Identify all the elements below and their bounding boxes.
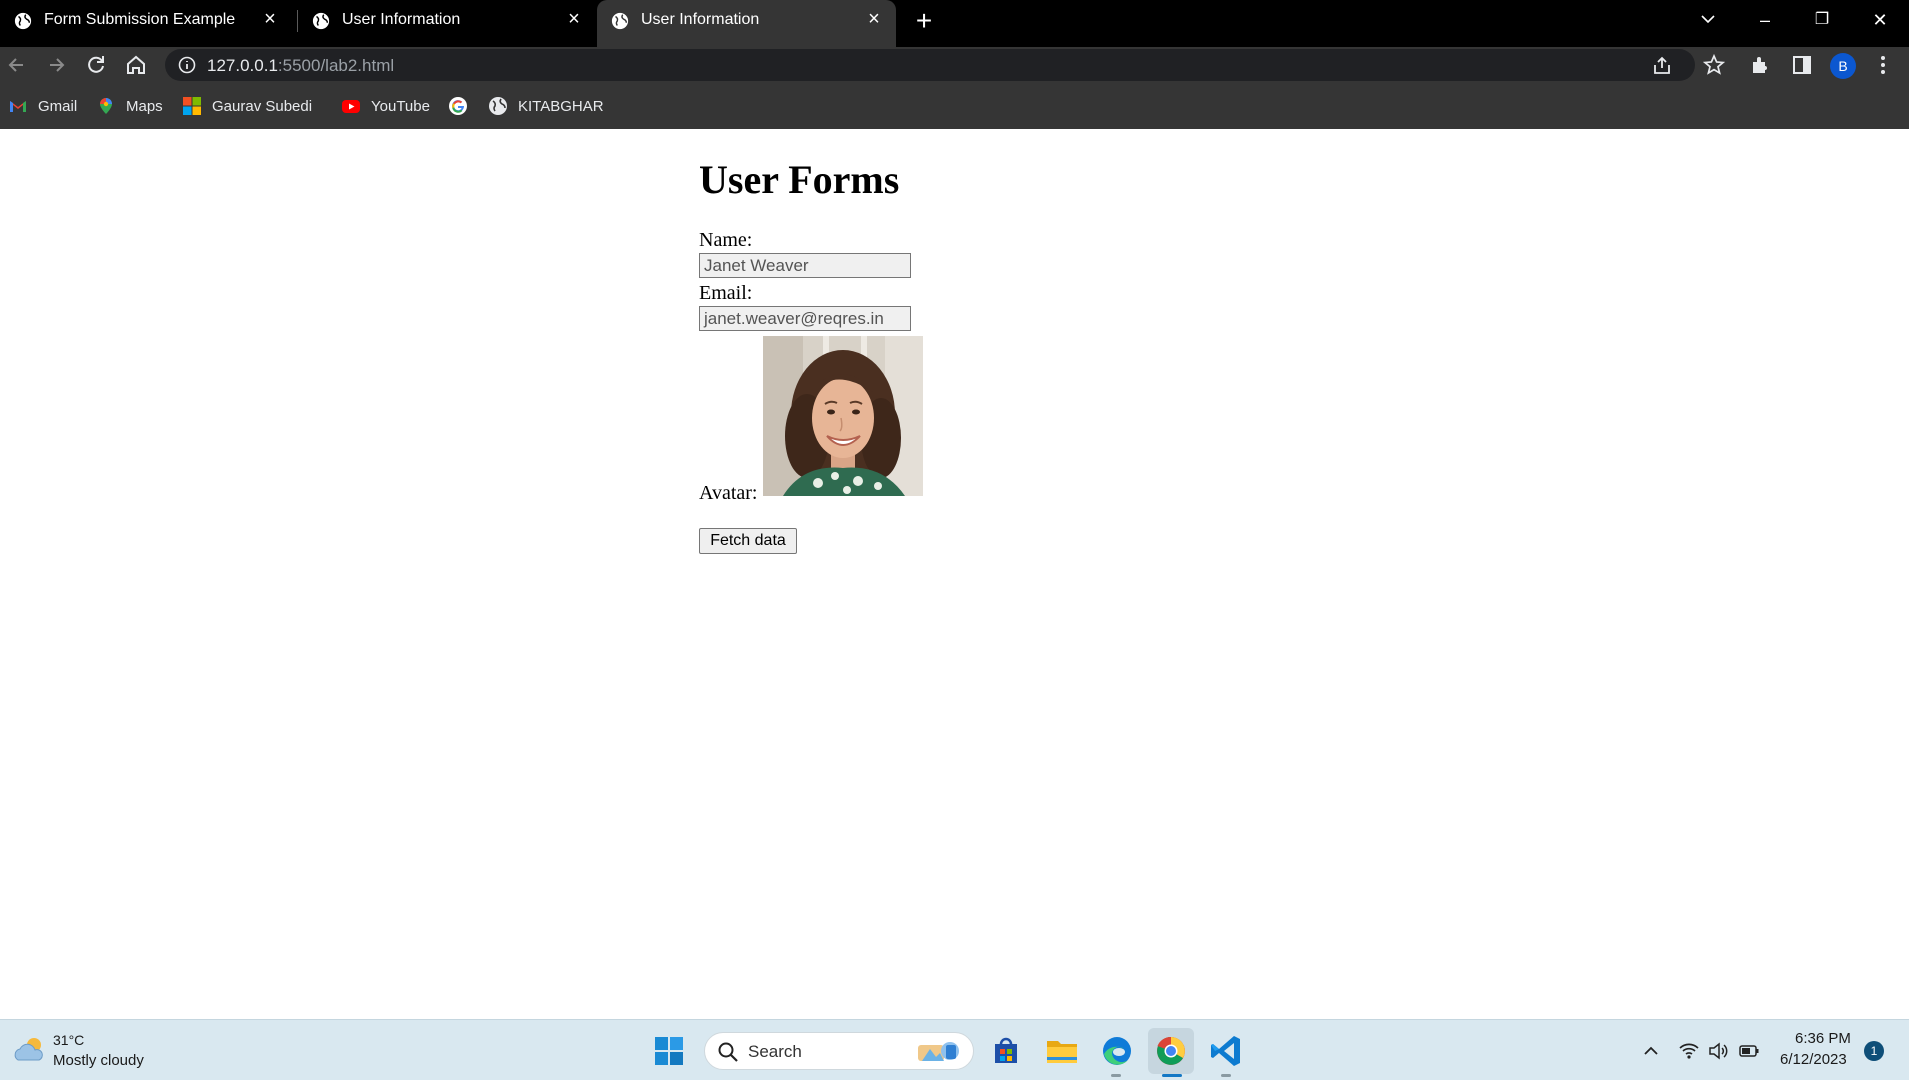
email-label: Email: — [699, 282, 753, 304]
bookmark-label: Gmail — [38, 97, 78, 115]
tab-user-information[interactable]: User Information × — [298, 0, 596, 41]
tab-strip: Form Submission Example × User Informati… — [0, 0, 1909, 47]
battery-icon[interactable] — [1738, 1040, 1760, 1062]
search-icon — [718, 1042, 738, 1062]
search-highlight-icon — [918, 1042, 959, 1061]
avatar-image — [763, 336, 923, 496]
youtube-icon — [342, 100, 360, 113]
name-field[interactable]: Janet Weaver — [699, 253, 911, 278]
share-icon[interactable] — [1651, 55, 1673, 77]
bookmark-maps[interactable]: Maps — [96, 95, 163, 117]
close-tab-icon[interactable]: × — [260, 9, 280, 29]
globe-icon — [312, 12, 330, 30]
vscode-icon[interactable] — [1207, 1032, 1245, 1070]
restore-button[interactable]: ❐ — [1802, 4, 1842, 36]
app-active-indicator — [1162, 1074, 1182, 1077]
search-placeholder: Search — [748, 1042, 802, 1061]
browser-toolbar: 127.0.0.1:5500/lab2.html — [0, 47, 1909, 83]
tab-form-submission[interactable]: Form Submission Example × — [0, 0, 292, 41]
tab-title: User Information — [342, 11, 461, 28]
tab-title: User Information — [641, 11, 760, 28]
extensions-icon[interactable] — [1749, 53, 1773, 77]
windows-start-icon[interactable] — [654, 1036, 684, 1066]
back-arrow-icon[interactable] — [3, 51, 31, 79]
home-icon[interactable] — [122, 51, 150, 79]
bookmarks-bar: Gmail Maps Gaurav Subedi YouTube KITABGH… — [0, 83, 1909, 129]
store-icon[interactable] — [987, 1032, 1025, 1070]
bookmark-label: KITABGHAR — [518, 97, 604, 115]
app-running-indicator — [1221, 1074, 1231, 1077]
notification-badge[interactable]: 1 — [1864, 1041, 1884, 1061]
bookmark-kitabghar[interactable]: KITABGHAR — [488, 95, 604, 117]
globe-icon — [611, 12, 629, 30]
bookmark-label: Gaurav Subedi — [212, 97, 313, 115]
volume-icon[interactable] — [1707, 1040, 1729, 1062]
weather-description[interactable]: Mostly cloudy — [53, 1052, 144, 1069]
avatar-label: Avatar: — [699, 482, 758, 504]
new-tab-button[interactable]: + — [911, 7, 937, 35]
reload-icon[interactable] — [82, 51, 110, 79]
file-explorer-icon[interactable] — [1043, 1032, 1081, 1070]
gmail-icon — [10, 101, 26, 112]
weather-temperature[interactable]: 31°C — [53, 1032, 84, 1048]
bookmark-gaurav-subedi[interactable]: Gaurav Subedi — [182, 95, 312, 117]
edge-icon[interactable] — [1098, 1032, 1136, 1070]
forward-arrow-icon[interactable] — [42, 51, 70, 79]
app-running-indicator — [1111, 1074, 1121, 1077]
show-hidden-icons-chevron[interactable] — [1640, 1040, 1662, 1062]
minimize-button[interactable]: – — [1745, 4, 1785, 36]
site-info-icon[interactable] — [178, 56, 196, 74]
close-tab-icon[interactable]: × — [864, 9, 884, 29]
clock-date[interactable]: 6/12/2023 — [1780, 1051, 1847, 1068]
close-window-button[interactable]: ✕ — [1860, 4, 1900, 36]
bookmark-label: Maps — [126, 97, 163, 115]
bookmark-google[interactable] — [448, 95, 478, 117]
more-menu-icon[interactable] — [1871, 53, 1895, 77]
windows-taskbar: 31°C Mostly cloudy Search 6:36 PM 6/12/2… — [0, 1019, 1909, 1080]
globe-icon — [14, 12, 32, 30]
tab-title: Form Submission Example — [44, 11, 236, 28]
tab-search-chevron-icon[interactable] — [1688, 4, 1728, 36]
close-tab-icon[interactable]: × — [564, 9, 584, 29]
bookmark-label: YouTube — [371, 97, 430, 115]
side-panel-icon[interactable] — [1790, 53, 1814, 77]
fetch-data-button[interactable]: Fetch data — [699, 528, 797, 554]
email-field[interactable]: janet.weaver@reqres.in — [699, 306, 911, 331]
cloudy-weather-icon[interactable] — [12, 1036, 46, 1064]
maps-icon — [100, 98, 112, 114]
url-path: :5500/lab2.html — [277, 56, 395, 75]
page-content: User Forms Name: Janet Weaver Email: jan… — [0, 129, 1909, 1019]
wifi-icon[interactable] — [1678, 1040, 1700, 1062]
globe-icon — [489, 97, 507, 115]
address-bar[interactable]: 127.0.0.1:5500/lab2.html — [165, 49, 1695, 81]
chrome-icon[interactable] — [1152, 1032, 1190, 1070]
url-host: 127.0.0.1 — [207, 56, 278, 75]
bookmark-star-icon[interactable] — [1702, 53, 1726, 77]
bookmark-youtube[interactable]: YouTube — [341, 95, 430, 117]
taskbar-search[interactable]: Search — [704, 1032, 974, 1070]
name-label: Name: — [699, 229, 753, 251]
microsoft-icon — [183, 97, 201, 115]
clock-time[interactable]: 6:36 PM — [1795, 1030, 1851, 1047]
bookmark-gmail[interactable]: Gmail — [8, 95, 77, 117]
google-icon — [449, 97, 467, 115]
profile-avatar[interactable]: B — [1830, 53, 1856, 79]
url-text[interactable]: 127.0.0.1:5500/lab2.html — [207, 56, 394, 76]
page-title: User Forms — [699, 157, 900, 202]
tab-user-information-active[interactable]: User Information × — [597, 0, 896, 47]
